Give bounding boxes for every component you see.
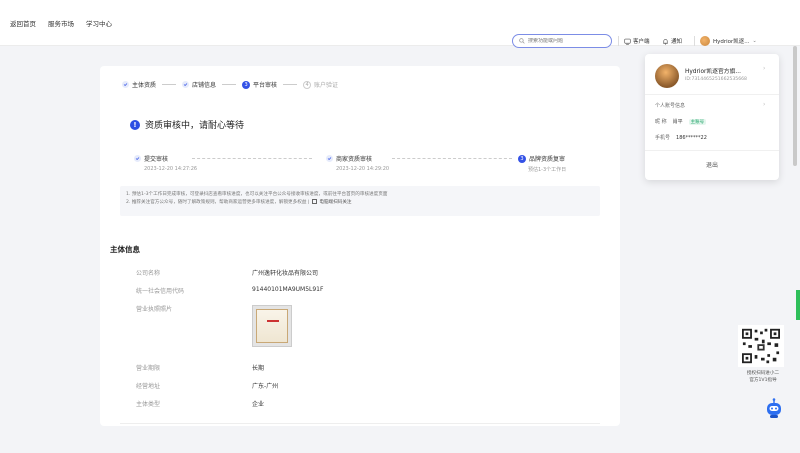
notice-line-2: 2. 推荐关注官方公众号，随时了解政策规则，帮助商家运营更多审核进度，解锁更多权… (126, 199, 352, 205)
bell-icon (663, 38, 668, 45)
nav-service-market[interactable]: 服务市场 (48, 18, 74, 28)
main-account-badge: 主账号 (688, 118, 707, 125)
step-number: 4 (303, 80, 312, 89)
chevron-down-icon: ⌄ (752, 38, 757, 44)
timeline-time: 2023-12-20 14:27:26 (144, 166, 198, 172)
step-account-verify: 4 账户验证 (303, 80, 338, 89)
step-shop-info: 店铺信息 (182, 80, 216, 89)
step-number: 3 (518, 154, 526, 163)
status-heading: ! 资质审核中，请耐心等待 (130, 118, 244, 131)
user-menu[interactable]: Hydrior凯逐... ⌄ (700, 34, 757, 48)
divider (120, 423, 600, 424)
timeline-time: 预估1-3个工作日 (528, 167, 567, 173)
avatar (655, 64, 679, 88)
section-title: 主体信息 (110, 245, 140, 254)
search-box[interactable] (512, 34, 612, 48)
chevron-right-icon: › (763, 65, 766, 72)
step-entity-qualification: 主体资质 (122, 80, 156, 89)
notice-line-1: 1. 预估1-3个工作日完成审核，可登录抖店查看审核进度，也可以关注平台公众号接… (126, 192, 388, 197)
field-label: 营业期限 (136, 365, 161, 372)
scrollbar[interactable] (793, 46, 797, 166)
timeline-node-submit: 提交审核 2023-12-20 14:27:26 (134, 154, 197, 172)
field-label: 公司名称 (136, 270, 161, 277)
field-value: 长期 (252, 365, 265, 372)
check-icon (182, 81, 190, 88)
top-nav: 返回首页 服务市场 学习中心 (10, 0, 112, 46)
timeline-connector (192, 158, 312, 159)
review-timeline: 提交审核 2023-12-20 14:27:26 商家资质审核 2023-12-… (130, 154, 580, 182)
search-icon (519, 38, 525, 44)
field-label: 营业执照照片 (136, 306, 173, 313)
timeline-connector (392, 158, 512, 159)
account-popover: Hydrior凯逐官方旗... ID:7314465251662535668 ›… (645, 54, 779, 180)
step-connector (222, 84, 237, 85)
phone-row: 手机号 186******22 (655, 134, 707, 142)
step-connector (283, 84, 298, 85)
field-value: 企业 (252, 401, 265, 408)
shop-id: ID:7314465251662535668 (685, 77, 747, 82)
step-number: 3 (242, 80, 251, 89)
side-tab[interactable] (796, 290, 800, 320)
search-input[interactable] (528, 38, 608, 44)
divider (618, 36, 619, 46)
logout-button[interactable]: 退出 (645, 160, 779, 169)
divider (694, 36, 695, 46)
monitor-icon (624, 38, 631, 45)
review-notice: 1. 预估1-3个工作日完成审核，可登录抖店查看审核进度，也可以关注平台公众号接… (120, 186, 600, 216)
chevron-right-icon: › (763, 101, 766, 108)
field-label: 经营地址 (136, 383, 161, 390)
notify-label: 通知 (671, 39, 683, 45)
field-label: 主体类型 (136, 401, 161, 408)
check-icon (326, 155, 333, 162)
stepper: 主体资质 店铺信息 3 平台审核 4 账户验证 (122, 80, 338, 89)
timeline-node-brand-review: 3 品牌资质复审 预估1-3个工作日 (518, 154, 566, 173)
nav-learning-center[interactable]: 学习中心 (86, 18, 112, 28)
field-value: 91440101MA9UM5L91F (252, 286, 324, 293)
divider (645, 150, 779, 151)
notify-button[interactable]: 通知 (662, 35, 682, 47)
user-name: Hydrior凯逐... (713, 39, 750, 45)
check-icon (134, 155, 141, 162)
avatar (700, 36, 710, 46)
client-label: 客户端 (633, 39, 650, 45)
business-license-thumbnail[interactable] (252, 305, 292, 347)
qr-caption: 授权扫码进小二 官方1V1指导 (746, 371, 780, 383)
timeline-node-merchant-review: 商家资质审核 2023-12-20 14:29:20 (326, 154, 389, 172)
nav-home[interactable]: 返回首页 (10, 18, 36, 28)
qr-code-icon (738, 325, 784, 367)
divider (645, 94, 779, 95)
follow-link[interactable]: 电脑端扫码关注 (319, 200, 351, 205)
field-value: 广州逸轩化妆品有限公司 (252, 270, 319, 277)
field-value: 广东-广州 (252, 383, 279, 390)
qr-code-icon (311, 199, 317, 204)
field-label: 统一社会信用代码 (136, 288, 185, 295)
info-icon: ! (130, 119, 140, 130)
step-platform-review: 3 平台审核 (242, 80, 277, 89)
timeline-time: 2023-12-20 14:29:20 (336, 166, 390, 172)
nickname-row: 昵 称 肖平 主账号 (655, 118, 707, 125)
review-card: 主体资质 店铺信息 3 平台审核 4 账户验证 ! 资质审核中，请耐心等待 提交… (100, 66, 620, 426)
check-icon (122, 81, 129, 88)
client-button[interactable]: 客户端 (624, 35, 650, 47)
shop-name[interactable]: Hydrior凯逐官方旗... (685, 66, 741, 75)
assistant-robot-icon[interactable] (764, 398, 784, 420)
step-connector (162, 84, 177, 85)
status-title: 资质审核中，请耐心等待 (145, 121, 245, 131)
account-info-link[interactable]: 个人账号信息 (655, 102, 685, 109)
